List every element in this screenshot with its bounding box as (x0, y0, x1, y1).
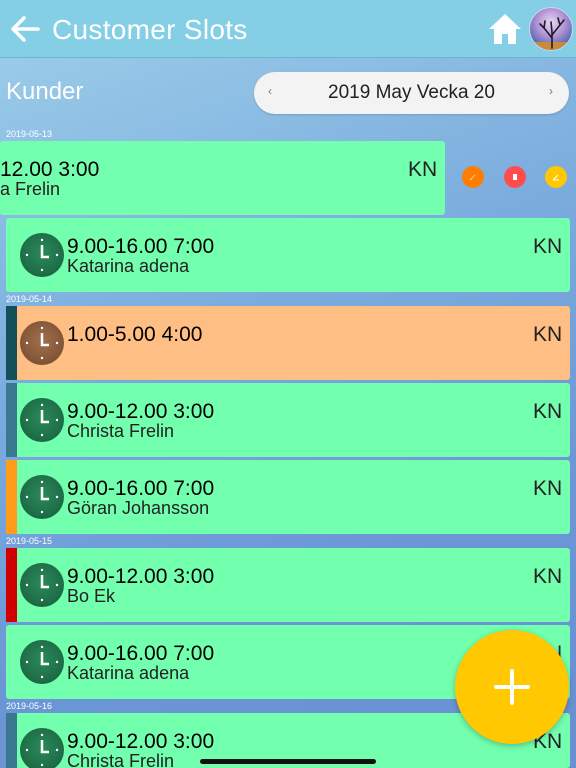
slot-customer-name: Bo Ek (67, 586, 116, 606)
add-slot-button[interactable] (455, 630, 569, 744)
slot-accent-bar (6, 306, 17, 380)
clock-icon (20, 728, 64, 768)
tree-avatar-icon (530, 17, 572, 50)
date-header: 2019-05-15 (6, 536, 53, 546)
clock-icon (20, 640, 64, 684)
page-title: Customer Slots (52, 14, 248, 45)
date-header: 2019-05-13 (6, 129, 53, 139)
section-label: Kunder (6, 78, 84, 105)
date-header: 2019-05-16 (6, 701, 53, 711)
slot-card[interactable]: 12.00 3:00 a Frelin KN (0, 141, 445, 215)
clock-icon (20, 475, 64, 519)
slot-initials: KN (533, 323, 563, 346)
next-week-button[interactable]: › (549, 84, 553, 98)
clock-icon (20, 233, 64, 277)
home-icon[interactable] (487, 12, 523, 46)
slot-card[interactable]: 1.00-5.00 4:00 KN (6, 306, 570, 380)
slot-customer-name: Katarina adena (67, 663, 190, 683)
slot-accent-bar (6, 713, 17, 768)
top-bar: Customer Slots (0, 0, 576, 58)
slot-customer-name: Christa Frelin (67, 421, 175, 441)
delete-icon[interactable] (504, 166, 526, 188)
plus-icon (494, 669, 530, 705)
week-label: 2019 May Vecka 20 (328, 82, 495, 103)
slot-card[interactable]: 9.00-12.00 3:00 Bo Ek KN (6, 548, 570, 622)
slot-card[interactable]: 9.00-16.00 7:00 Göran Johansson KN (6, 460, 570, 534)
slot-customer-name: Göran Johansson (67, 498, 210, 518)
clock-icon (20, 398, 64, 442)
slot-time: 1.00-5.00 4:00 (67, 323, 203, 346)
slot-initials: KN (533, 565, 563, 588)
slot-customer-name: a Frelin (0, 179, 61, 199)
slot-initials: KN (408, 158, 438, 181)
home-indicator (200, 759, 376, 764)
clock-icon (20, 321, 64, 365)
slot-customer-name: Katarina adena (67, 256, 190, 276)
slot-initials: KN (533, 477, 563, 500)
arrow-left-icon[interactable] (8, 12, 42, 46)
slot-card[interactable]: 9.00-16.00 7:00 Katarina adena KN (6, 218, 570, 292)
slot-initials: KN (533, 235, 563, 258)
avatar[interactable] (529, 7, 573, 51)
edit-note-icon[interactable] (545, 166, 567, 188)
date-header: 2019-05-14 (6, 294, 53, 304)
slot-card[interactable]: 9.00-12.00 3:00 Christa Frelin KN (6, 383, 570, 457)
slot-accent-bar (6, 548, 17, 622)
week-picker[interactable]: ‹ 2019 May Vecka 20 › (254, 72, 569, 114)
slot-customer-name: Christa Frelin (67, 751, 175, 768)
edit-icon[interactable] (462, 166, 484, 188)
slot-initials: KN (533, 400, 563, 423)
slot-accent-bar (6, 460, 17, 534)
clock-icon (20, 563, 64, 607)
slot-accent-bar (6, 383, 17, 457)
